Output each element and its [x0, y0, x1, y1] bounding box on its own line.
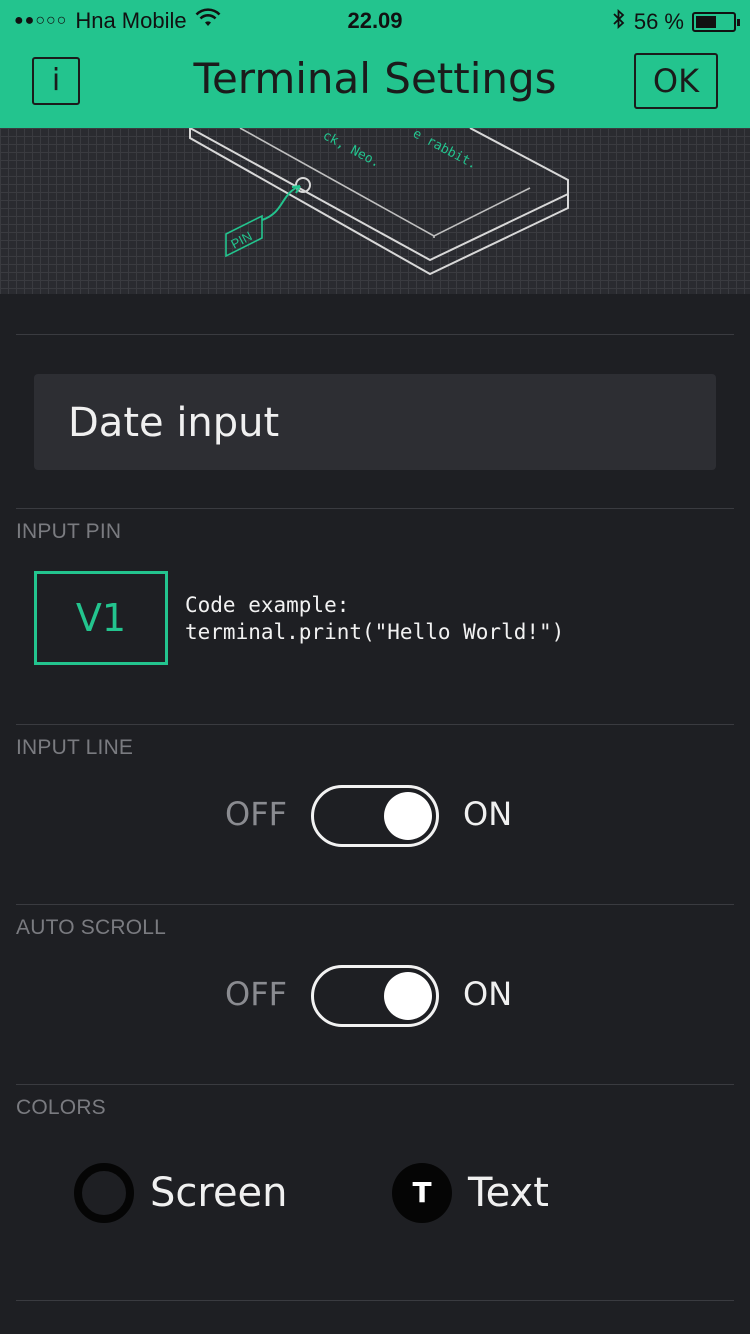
- status-right: 56 %: [612, 8, 740, 36]
- pin-selector-button[interactable]: V1: [34, 571, 168, 665]
- divider: [16, 724, 734, 725]
- widget-illustration: ck, Neo. e rabbit. PIN: [0, 128, 750, 294]
- auto-scroll-toggle-row: OFF ON: [0, 965, 750, 1029]
- app-header: i Terminal Settings OK: [0, 40, 750, 128]
- battery-fill: [696, 16, 716, 28]
- screen-color-swatch: [74, 1163, 134, 1223]
- code-example-line: terminal.print("Hello World!"): [185, 620, 565, 644]
- ok-button[interactable]: OK: [634, 53, 718, 109]
- input-line-label: INPUT LINE: [16, 736, 134, 759]
- colors-label: COLORS: [16, 1096, 106, 1119]
- input-line-toggle-row: OFF ON: [0, 785, 750, 849]
- auto-scroll-switch[interactable]: [311, 965, 439, 1027]
- screen-text-2: e rabbit.: [410, 128, 479, 173]
- widget-name-input[interactable]: Date input: [34, 374, 716, 470]
- divider: [16, 1300, 734, 1301]
- status-bar: ●●○○○ Hna Mobile 22.09 56 %: [0, 0, 750, 40]
- battery-percent: 56 %: [633, 9, 684, 34]
- battery-icon: [692, 12, 740, 32]
- code-example: Code example: terminal.print("Hello Worl…: [185, 592, 564, 646]
- auto-scroll-label: AUTO SCROLL: [16, 916, 167, 939]
- screen-color-picker[interactable]: Screen: [74, 1163, 288, 1223]
- auto-scroll-off-label: OFF: [225, 975, 287, 1013]
- screen-text-1: ck, Neo.: [320, 128, 382, 171]
- auto-scroll-on-label: ON: [463, 975, 513, 1013]
- divider: [16, 334, 734, 335]
- text-color-picker[interactable]: T Text: [392, 1163, 549, 1223]
- widget-name-value: Date input: [68, 400, 280, 446]
- switch-knob: [384, 972, 432, 1020]
- code-example-title: Code example:: [185, 593, 350, 617]
- bluetooth-icon: [612, 8, 626, 36]
- divider: [16, 1084, 734, 1085]
- input-line-switch[interactable]: [311, 785, 439, 847]
- terminal-device-illustration: ck, Neo. e rabbit. PIN: [189, 128, 569, 276]
- divider: [16, 508, 734, 509]
- switch-knob: [384, 792, 432, 840]
- text-color-label: Text: [468, 1170, 549, 1216]
- input-line-off-label: OFF: [225, 795, 287, 833]
- text-color-swatch: T: [392, 1163, 452, 1223]
- input-line-on-label: ON: [463, 795, 513, 833]
- divider: [16, 904, 734, 905]
- input-pin-label: INPUT PIN: [16, 520, 122, 543]
- screen-color-label: Screen: [150, 1170, 288, 1216]
